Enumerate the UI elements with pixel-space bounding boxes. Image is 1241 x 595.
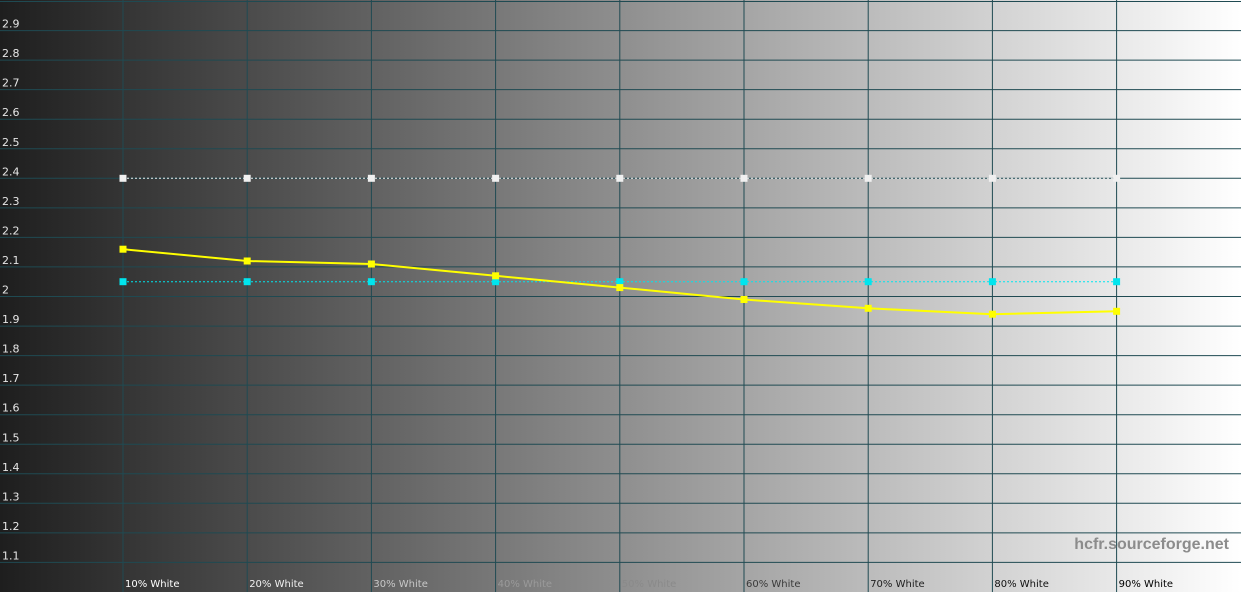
data-point [616, 174, 624, 182]
data-point [1113, 174, 1121, 182]
watermark-text: hcfr.sourceforge.net [1074, 536, 1229, 553]
y-tick-label: 2.8 [2, 47, 20, 60]
data-point [864, 304, 872, 312]
data-point [988, 174, 996, 182]
data-point [243, 257, 251, 265]
x-tick-label: 60% White [746, 579, 800, 590]
data-point [367, 174, 375, 182]
data-point [616, 284, 624, 292]
y-tick-label: 1.6 [2, 402, 20, 415]
gamma-chart-svg: 1.1 1.2 1.3 1.4 1.5 1.6 1.7 1.8 1.9 2 2.1 2.2 2.3 2.4… [0, 0, 1241, 592]
y-tick-label: 2 [2, 284, 9, 297]
y-tick-label: 1.8 [2, 343, 20, 356]
gamma-chart: 1.1 1.2 1.3 1.4 1.5 1.6 1.7 1.8 1.9 2 2.1 2.2 2.3 2.4… [0, 0, 1241, 595]
data-point [367, 260, 375, 268]
data-point [243, 174, 251, 182]
data-point [988, 310, 996, 318]
x-tick-label: 70% White [870, 579, 924, 590]
y-tick-label: 1.7 [2, 372, 20, 385]
y-tick-label: 2.2 [2, 224, 20, 237]
data-point [740, 296, 748, 303]
data-point [492, 174, 500, 182]
data-point [492, 272, 500, 280]
y-tick-label: 1.3 [2, 490, 20, 503]
data-point [1113, 307, 1121, 315]
x-tick-label: 10% White [125, 579, 179, 590]
data-point [119, 245, 127, 253]
x-tick-label: 40% White [498, 579, 552, 590]
y-tick-label: 2.1 [2, 254, 20, 267]
y-tick-label: 1.4 [2, 461, 20, 474]
data-point [740, 278, 748, 286]
y-tick-label: 1.5 [2, 431, 20, 444]
data-point [119, 278, 127, 286]
data-point [864, 174, 872, 182]
x-tick-label: 50% White [622, 579, 676, 590]
x-tick-label: 90% White [1119, 579, 1173, 590]
data-point [243, 278, 251, 286]
y-tick-label: 2.3 [2, 195, 20, 208]
x-tick-label: 20% White [249, 579, 303, 590]
y-tick-label: 1.2 [2, 520, 20, 533]
x-axis-ticks: 10% White 20% White 30% White 40% White 50% … [125, 579, 1173, 590]
y-tick-label: 2.9 [2, 18, 20, 31]
data-point [988, 278, 996, 286]
y-tick-label: 1.9 [2, 313, 20, 326]
data-point [864, 278, 872, 286]
x-tick-label: 30% White [373, 579, 427, 590]
data-point [367, 278, 375, 286]
y-tick-label: 1.1 [2, 549, 20, 562]
y-tick-label: 2.4 [2, 165, 20, 178]
data-point [740, 174, 748, 182]
data-point [1113, 278, 1121, 286]
y-tick-label: 2.6 [2, 106, 20, 119]
data-point [119, 174, 127, 182]
y-tick-label: 2.7 [2, 77, 20, 90]
x-tick-label: 80% White [994, 579, 1048, 590]
y-tick-label: 2.5 [2, 136, 20, 149]
